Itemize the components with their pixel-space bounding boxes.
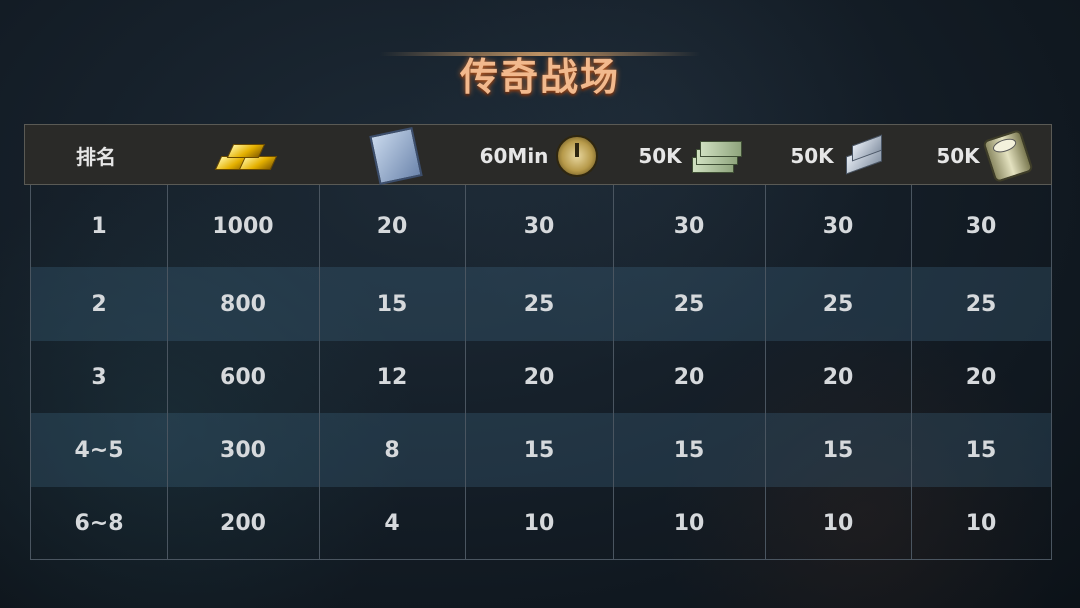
gold-cell: 1000 xyxy=(212,213,274,239)
steel-cell: 20 xyxy=(822,364,854,390)
table-body: 1 1000 20 30 30 30 30 2 800 15 25 25 25 … xyxy=(30,185,1052,560)
speedup-cell: 15 xyxy=(523,437,555,463)
column-divider xyxy=(613,185,614,560)
exp-cell: 8 xyxy=(384,437,400,463)
cash-stack-icon xyxy=(690,139,742,173)
exp-book-icon xyxy=(369,126,423,185)
table-row: 1 1000 20 30 30 30 30 xyxy=(31,185,1051,267)
table-row: 3 600 12 20 20 20 20 xyxy=(31,341,1051,413)
column-divider xyxy=(765,185,766,560)
rank-cell: 1 xyxy=(91,213,107,239)
steel-cell: 25 xyxy=(822,291,854,317)
speedup-cell: 25 xyxy=(523,291,555,317)
header-steel: 50K xyxy=(765,125,911,186)
cash-cell: 15 xyxy=(673,437,705,463)
exp-cell: 15 xyxy=(376,291,408,317)
header-rank: 排名 xyxy=(76,145,116,169)
oil-cell: 20 xyxy=(965,364,997,390)
exp-cell: 12 xyxy=(376,364,408,390)
table-row: 4~5 300 8 15 15 15 15 xyxy=(31,413,1051,487)
cash-cell: 10 xyxy=(673,510,705,536)
page-title: 传奇战场 xyxy=(459,55,620,99)
cash-cell: 25 xyxy=(673,291,705,317)
cash-cell: 30 xyxy=(673,213,705,239)
steel-plate-icon xyxy=(842,134,886,176)
steel-cell: 15 xyxy=(822,437,854,463)
gold-cell: 600 xyxy=(220,364,266,390)
header-exp xyxy=(319,125,465,186)
rank-cell: 4~5 xyxy=(74,437,124,463)
column-divider xyxy=(911,185,912,560)
speedup-cell: 10 xyxy=(523,510,555,536)
gold-cell: 300 xyxy=(220,437,266,463)
gold-bars-icon xyxy=(214,138,278,174)
table-header: 排名 60Min 50K 50K 50K xyxy=(24,124,1052,185)
header-oil: 50K xyxy=(911,125,1053,186)
header-cash: 50K xyxy=(613,125,765,186)
header-steel-label: 50K xyxy=(790,143,834,168)
column-divider xyxy=(319,185,320,560)
rank-cell: 6~8 xyxy=(74,510,124,536)
speedup-cell: 20 xyxy=(523,364,555,390)
header-speedup-label: 60Min xyxy=(479,143,549,168)
oil-cell: 15 xyxy=(965,437,997,463)
oil-cell: 30 xyxy=(965,213,997,239)
rank-cell: 3 xyxy=(91,364,107,390)
gold-cell: 200 xyxy=(220,510,266,536)
oil-cell: 25 xyxy=(965,291,997,317)
header-cash-label: 50K xyxy=(638,143,682,168)
table-row: 2 800 15 25 25 25 25 xyxy=(31,267,1051,341)
table-row: 6~8 200 4 10 10 10 10 xyxy=(31,487,1051,559)
header-speedup: 60Min xyxy=(465,125,613,186)
exp-cell: 20 xyxy=(376,213,408,239)
column-divider xyxy=(167,185,168,560)
gold-cell: 800 xyxy=(220,291,266,317)
cash-cell: 20 xyxy=(673,364,705,390)
header-gold xyxy=(167,125,319,186)
reward-table: 排名 60Min 50K 50K 50K 1 1000 20 30 30 30 … xyxy=(24,124,1052,560)
exp-cell: 4 xyxy=(384,510,400,536)
header-oil-label: 50K xyxy=(936,143,980,168)
oil-barrel-icon xyxy=(981,128,1034,183)
column-divider xyxy=(465,185,466,560)
steel-cell: 30 xyxy=(822,213,854,239)
rank-cell: 2 xyxy=(91,291,107,317)
speedup-cell: 30 xyxy=(523,213,555,239)
steel-cell: 10 xyxy=(822,510,854,536)
oil-cell: 10 xyxy=(965,510,997,536)
speedup-clock-icon xyxy=(556,134,599,177)
